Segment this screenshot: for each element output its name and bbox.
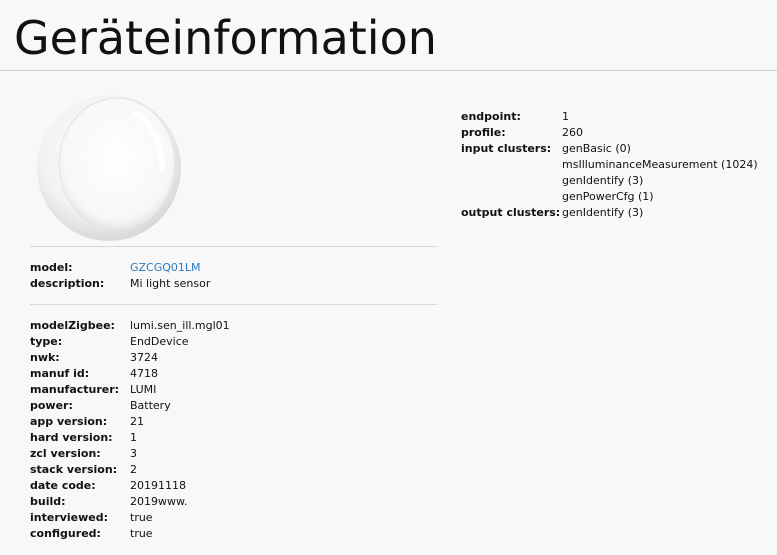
detail-label: hard version: (30, 431, 113, 444)
detail-label: configured: (30, 527, 101, 540)
endpoint-label: endpoint: (461, 110, 521, 123)
detail-row: nwk: 3724 (30, 350, 437, 366)
divider (30, 304, 437, 305)
input-clusters-row: genIdentify (3) (461, 173, 771, 189)
input-clusters-row: input clusters: genBasic (0) (461, 141, 771, 157)
detail-value: 21 (130, 415, 144, 428)
output-clusters-row: output clusters: genIdentify (3) (461, 205, 771, 221)
detail-label: build: (30, 495, 66, 508)
detail-label: stack version: (30, 463, 118, 476)
detail-row: hard version: 1 (30, 430, 437, 446)
model-label: model: (30, 261, 73, 274)
input-cluster: genPowerCfg (1) (562, 190, 654, 203)
detail-value: 3724 (130, 351, 158, 364)
model-row: model: GZCGQ01LM (30, 260, 437, 276)
input-cluster: genBasic (0) (562, 142, 631, 155)
page-title: Geräteinformation (14, 11, 437, 65)
input-cluster: msIlluminanceMeasurement (1024) (562, 158, 758, 171)
detail-value: 2019www. (130, 495, 188, 508)
detail-label: app version: (30, 415, 108, 428)
model-link[interactable]: GZCGQ01LM (130, 260, 201, 276)
endpoint-info: endpoint: 1 profile: 260 input clusters:… (461, 109, 771, 221)
page-header: Geräteinformation (0, 0, 777, 71)
detail-row: configured: true (30, 526, 437, 542)
detail-value: 1 (130, 431, 137, 444)
detail-row: stack version: 2 (30, 462, 437, 478)
detail-label: modelZigbee: (30, 319, 115, 332)
detail-value: 3 (130, 447, 137, 460)
detail-value: EndDevice (130, 335, 189, 348)
detail-value: LUMI (130, 383, 157, 396)
detail-value: 2 (130, 463, 137, 476)
input-clusters-label: input clusters: (461, 142, 552, 155)
detail-row: type: EndDevice (30, 334, 437, 350)
detail-label: zcl version: (30, 447, 101, 460)
detail-value: 4718 (130, 367, 158, 380)
endpoint-value: 1 (562, 110, 569, 123)
detail-row: app version: 21 (30, 414, 437, 430)
output-cluster: genIdentify (3) (562, 206, 644, 219)
device-image (37, 95, 181, 241)
profile-value: 260 (562, 126, 583, 139)
detail-row: power: Battery (30, 398, 437, 414)
detail-label: type: (30, 335, 63, 348)
device-summary: model: GZCGQ01LM description: Mi light s… (30, 260, 437, 292)
detail-value: true (130, 527, 153, 540)
input-clusters-row: msIlluminanceMeasurement (1024) (461, 157, 771, 173)
detail-value: lumi.sen_ill.mgl01 (130, 319, 230, 332)
description-value: Mi light sensor (130, 277, 211, 290)
detail-row: build: 2019www. (30, 494, 437, 510)
detail-label: interviewed: (30, 511, 109, 524)
detail-row: date code: 20191118 (30, 478, 437, 494)
detail-label: power: (30, 399, 73, 412)
input-cluster: genIdentify (3) (562, 174, 644, 187)
detail-row: interviewed: true (30, 510, 437, 526)
profile-label: profile: (461, 126, 506, 139)
description-label: description: (30, 277, 105, 290)
detail-value: true (130, 511, 153, 524)
detail-value: 20191118 (130, 479, 186, 492)
detail-label: manuf id: (30, 367, 90, 380)
divider (30, 246, 437, 247)
device-details: modelZigbee: lumi.sen_ill.mgl01 type: EndDe… (30, 318, 437, 542)
detail-label: manufacturer: (30, 383, 120, 396)
detail-row: zcl version: 3 (30, 446, 437, 462)
detail-value: Battery (130, 399, 171, 412)
detail-row: manuf id: 4718 (30, 366, 437, 382)
detail-row: manufacturer: LUMI (30, 382, 437, 398)
description-row: description: Mi light sensor (30, 276, 437, 292)
endpoint-row: endpoint: 1 (461, 109, 771, 125)
detail-label: nwk: (30, 351, 60, 364)
detail-row: modelZigbee: lumi.sen_ill.mgl01 (30, 318, 437, 334)
input-clusters-row: genPowerCfg (1) (461, 189, 771, 205)
output-clusters-label: output clusters: (461, 206, 561, 219)
detail-label: date code: (30, 479, 96, 492)
profile-row: profile: 260 (461, 125, 771, 141)
